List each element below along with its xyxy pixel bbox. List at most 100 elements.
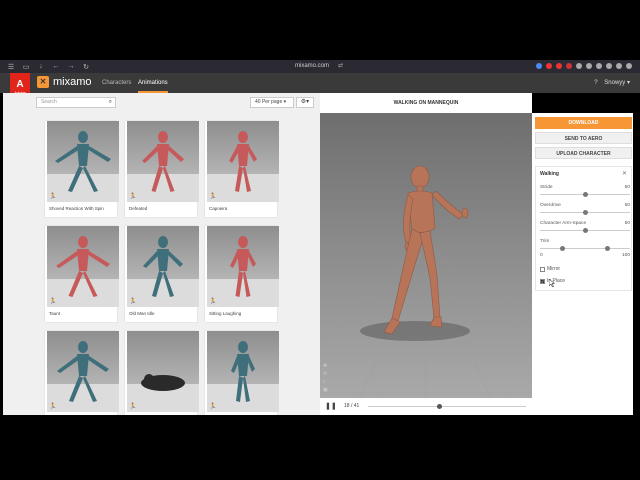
running-icon: 🏃 [129, 299, 137, 305]
extension-icon[interactable] [616, 63, 622, 69]
per-page-select[interactable]: 40 Per page ▾ [250, 97, 294, 108]
tab-icon[interactable]: ▭ [22, 63, 30, 71]
user-menu[interactable]: Snowyy [604, 80, 625, 86]
animation-card[interactable]: 🏃 Shoved Reaction With Spin [45, 121, 119, 217]
animation-thumbnail [127, 121, 199, 202]
animation-thumbnail [127, 226, 199, 307]
help-icon[interactable]: ? [594, 80, 597, 86]
mixamo-logo[interactable]: ✕ mixamo [37, 76, 92, 88]
animation-card-label: Shoved Reaction With Spin [49, 206, 104, 211]
forward-icon[interactable]: → [67, 63, 75, 70]
zoom-icon[interactable]: ⌕ [323, 379, 328, 385]
extension-icon[interactable] [606, 63, 612, 69]
animation-card[interactable]: 🏃 [125, 331, 199, 415]
settings-title: Walking [540, 171, 559, 177]
url-bar[interactable]: mixamo.com [262, 62, 362, 71]
trim-end-handle[interactable] [605, 246, 610, 251]
trim-slider[interactable]: Trim 0 100 [540, 239, 630, 261]
extensions-area [536, 62, 632, 69]
back-icon[interactable]: ← [52, 63, 60, 70]
mixamo-logo-icon: ✕ [37, 76, 49, 88]
rotate-icon[interactable]: ⟳ [323, 371, 328, 377]
close-icon[interactable]: ✕ [622, 170, 627, 177]
param-label: Character Arm-Space [540, 221, 587, 226]
timeline-handle[interactable] [436, 404, 442, 409]
camera-icon[interactable]: ▣ [323, 387, 328, 393]
chevron-down-icon[interactable]: ▾ [627, 80, 630, 86]
animation-card[interactable]: 🏃 [205, 331, 279, 415]
download-button[interactable]: DOWNLOAD [535, 117, 632, 129]
slider-handle[interactable] [582, 192, 588, 197]
animation-card-label: Taunt [49, 311, 61, 316]
stride-slider[interactable]: Stride 50 [540, 185, 630, 199]
tab-characters[interactable]: Characters [102, 73, 131, 93]
animation-thumbnail [207, 226, 279, 307]
extension-icon[interactable] [596, 63, 602, 69]
reload-icon[interactable]: ↻ [82, 63, 90, 71]
app-header: A Adobe ✕ mixamo Characters Animations ?… [0, 73, 640, 103]
running-icon: 🏃 [49, 194, 57, 200]
extension-icon[interactable] [576, 63, 582, 69]
overdrive-slider[interactable]: Overdrive 50 [540, 203, 630, 217]
checkbox[interactable]: ✓ [540, 278, 545, 284]
running-icon: 🏃 [129, 194, 137, 200]
send-to-aero-button[interactable]: SEND TO AERO [535, 132, 632, 144]
slider-handle[interactable] [582, 228, 588, 233]
slider-track[interactable] [540, 248, 630, 249]
animation-card-label: Sitting Laughing [209, 311, 242, 316]
timeline-track[interactable] [368, 406, 526, 407]
animation-card-label: Old Man Idle [129, 311, 155, 316]
param-value: 50 [624, 203, 630, 208]
extension-icon[interactable] [626, 63, 632, 69]
animation-library: Search ⌕ 40 Per page ▾ ⚙▾ 🏃 Shoved Reacti… [3, 93, 320, 415]
menu-icon[interactable]: ☰ [7, 63, 15, 71]
extension-icon[interactable] [586, 63, 592, 69]
action-panel: DOWNLOAD SEND TO AERO UPLOAD CHARACTER W… [532, 113, 633, 415]
animation-thumbnail [207, 121, 279, 202]
extension-icon[interactable] [546, 63, 552, 69]
trim-start-handle[interactable] [560, 246, 565, 251]
frame-counter: 18 / 41 [344, 403, 360, 409]
gear-icon[interactable]: ⚙▾ [296, 97, 314, 108]
viewport-scene [320, 113, 532, 398]
extension-icon[interactable] [556, 63, 562, 69]
animation-card[interactable]: 🏃 [45, 331, 119, 415]
arm-space-slider[interactable]: Character Arm-Space 50 [540, 221, 630, 235]
checkbox[interactable] [540, 266, 545, 272]
upload-character-button[interactable]: UPLOAD CHARACTER [535, 147, 632, 159]
chevron-down-icon: ▾ [283, 99, 287, 105]
animation-card[interactable]: 🏃 Old Man Idle [125, 226, 199, 322]
header-right: ? Snowyy ▾ [594, 73, 630, 93]
running-icon: 🏃 [129, 404, 137, 410]
search-icon[interactable]: ⌕ [109, 98, 112, 107]
site-settings-icon[interactable]: ⇄ [338, 62, 343, 71]
mouse-cursor-icon [549, 279, 555, 287]
viewport-tools: ✥ ⟳ ⌕ ▣ [323, 363, 328, 393]
animation-card[interactable]: 🏃 Defeated [125, 121, 199, 217]
tab-animations[interactable]: Animations [138, 73, 168, 93]
download-icon[interactable]: ↓ [37, 63, 45, 70]
animation-thumbnail [47, 226, 119, 307]
timeline: ❚❚ 18 / 41 [320, 398, 532, 415]
trim-label: Trim [540, 239, 550, 244]
running-icon: 🏃 [49, 404, 57, 410]
param-label: Stride [540, 185, 553, 190]
slider-handle[interactable] [582, 210, 588, 215]
animation-card[interactable]: 🏃 Sitting Laughing [205, 226, 279, 322]
animation-card[interactable]: 🏃 Capoeira [205, 121, 279, 217]
pause-icon[interactable]: ❚❚ [325, 402, 337, 410]
running-icon: 🏃 [209, 194, 217, 200]
pan-icon[interactable]: ✥ [323, 363, 328, 369]
animation-thumbnail [47, 121, 119, 202]
extension-icon[interactable] [566, 63, 572, 69]
param-value: 50 [624, 221, 630, 226]
animation-card-label: Capoeira [209, 206, 228, 211]
running-icon: 🏃 [209, 404, 217, 410]
mirror-checkbox[interactable]: Mirror [540, 266, 560, 272]
animation-settings: Walking ✕ Stride 50 Overdrive 50 Charact… [535, 166, 632, 291]
adobe-logo-icon: A [16, 79, 24, 90]
search-input[interactable]: Search ⌕ [36, 97, 116, 108]
animation-card[interactable]: 🏃 Taunt [45, 226, 119, 322]
3d-viewport[interactable]: ✥ ⟳ ⌕ ▣ [320, 113, 532, 398]
extension-icon[interactable] [536, 63, 542, 69]
